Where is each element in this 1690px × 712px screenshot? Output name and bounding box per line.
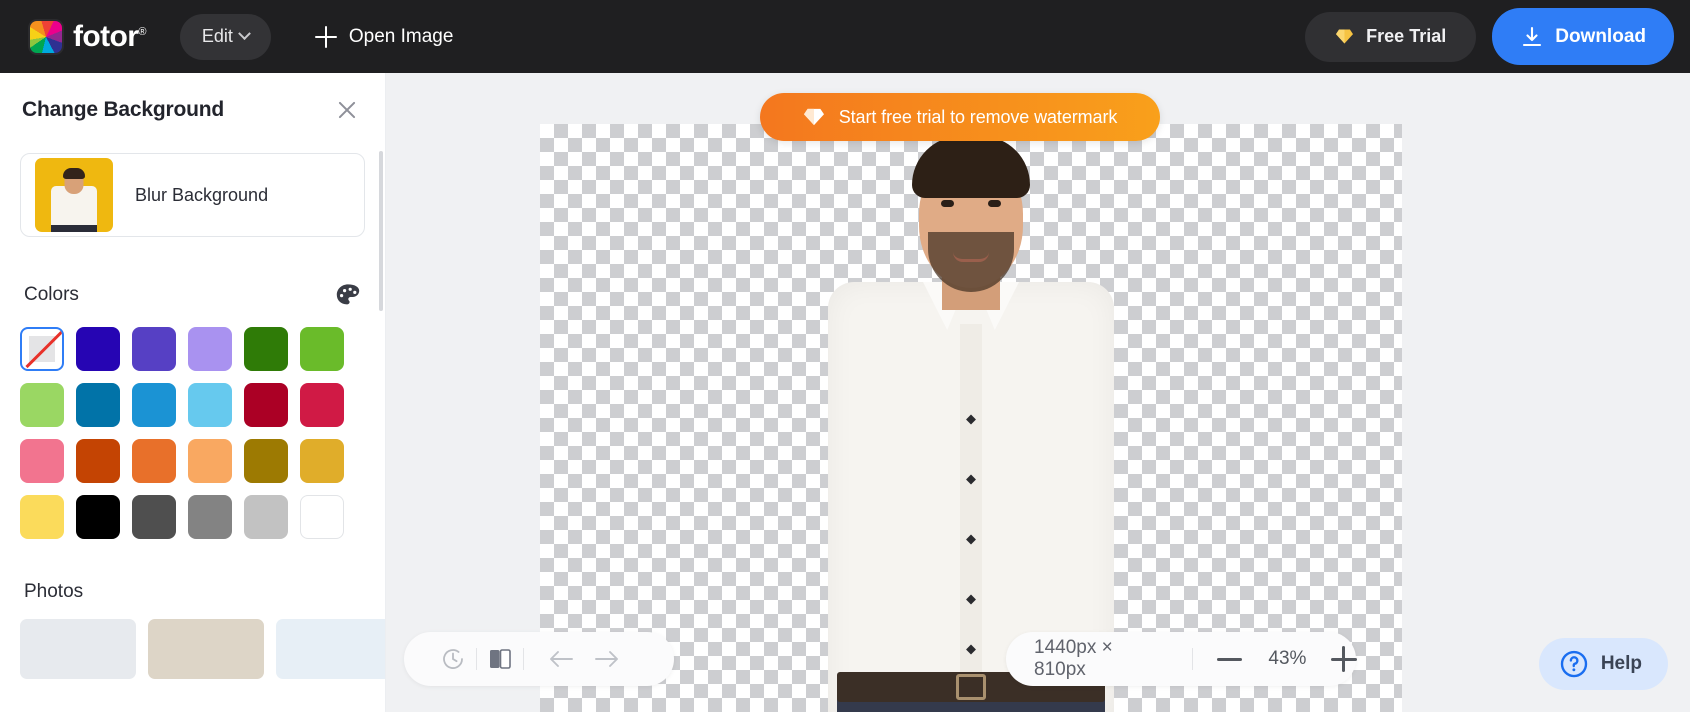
colors-section-title: Colors <box>24 284 79 305</box>
swatch-violet[interactable] <box>132 327 176 371</box>
photo-thumb-3[interactable] <box>276 619 385 679</box>
swatch-teal-blue[interactable] <box>76 383 120 427</box>
swatch-light-orange[interactable] <box>188 439 232 483</box>
diamond-icon <box>803 108 824 126</box>
canvas-toolbar <box>404 632 674 686</box>
swatch-dark-gray[interactable] <box>132 495 176 539</box>
swatch-dark-orange[interactable] <box>76 439 120 483</box>
swatch-pink[interactable] <box>20 439 64 483</box>
swatch-dark-green[interactable] <box>244 327 288 371</box>
blur-background-thumbnail <box>35 158 113 232</box>
close-icon[interactable] <box>334 97 360 123</box>
swatch-blue[interactable] <box>132 383 176 427</box>
swatch-light-green[interactable] <box>20 383 64 427</box>
change-background-panel: Change Background Blur Background Colors <box>0 73 386 712</box>
open-image-label: Open Image <box>348 25 454 47</box>
zoom-level-label: 43% <box>1268 648 1307 669</box>
plus-icon <box>314 25 337 48</box>
swatch-light-purple[interactable] <box>188 327 232 371</box>
swatch-dark-gold[interactable] <box>244 439 288 483</box>
download-button[interactable]: Download <box>1492 8 1674 65</box>
top-bar-actions: Free Trial Download <box>1305 8 1674 65</box>
swatch-gray[interactable] <box>188 495 232 539</box>
swatch-green[interactable] <box>300 327 344 371</box>
zoom-out-button[interactable] <box>1216 657 1243 661</box>
canvas-dimensions-label: 1440px × 810px <box>1034 637 1113 680</box>
edit-menu-button[interactable]: Edit <box>179 13 271 60</box>
panel-header: Change Background <box>0 73 385 123</box>
undo-arrow-icon[interactable] <box>538 643 584 675</box>
color-palette-icon[interactable] <box>335 283 361 307</box>
watermark-trial-banner[interactable]: Start free trial to remove watermark <box>760 93 1160 141</box>
fotor-logo[interactable]: fotor® <box>28 18 146 55</box>
zoom-divider <box>1191 648 1193 670</box>
photo-thumb-1[interactable] <box>20 619 136 679</box>
help-label: Help <box>1600 653 1642 674</box>
free-trial-label: Free Trial <box>1366 26 1447 46</box>
swatch-orange[interactable] <box>132 439 176 483</box>
swatch-yellow[interactable] <box>20 495 64 539</box>
sidebar-scrollbar[interactable] <box>379 151 383 311</box>
colors-section-header: Colors <box>0 283 385 307</box>
download-label: Download <box>1555 25 1646 47</box>
swatch-dark-blue[interactable] <box>76 327 120 371</box>
download-icon <box>1523 26 1542 46</box>
swatch-light-gray[interactable] <box>244 495 288 539</box>
color-swatch-grid <box>0 307 385 539</box>
photos-thumbnail-row <box>0 603 385 679</box>
toolbar-divider <box>523 648 524 670</box>
redo-arrow-icon[interactable] <box>584 643 630 675</box>
help-button[interactable]: Help <box>1538 638 1668 690</box>
swatch-gold[interactable] <box>300 439 344 483</box>
swatch-black[interactable] <box>76 495 120 539</box>
edit-menu-label: Edit <box>201 26 233 46</box>
fotor-editor-app: fotor® Edit Open Image Free Trial Downlo… <box>0 0 1690 712</box>
fotor-pinwheel-logo-icon <box>28 18 64 55</box>
blur-background-option[interactable]: Blur Background <box>20 153 365 237</box>
diamond-icon <box>1336 29 1354 44</box>
photo-thumb-2[interactable] <box>148 619 264 679</box>
zoom-in-button[interactable] <box>1330 646 1357 672</box>
blur-background-label: Blur Background <box>135 184 269 205</box>
free-trial-button[interactable]: Free Trial <box>1305 11 1477 62</box>
open-image-button[interactable]: Open Image <box>314 25 454 48</box>
panel-title: Change Background <box>22 98 224 121</box>
registered-mark: ® <box>138 25 146 38</box>
subject-photo <box>540 124 1402 712</box>
swatch-none[interactable] <box>20 327 64 371</box>
swatch-dark-red[interactable] <box>244 383 288 427</box>
logo-wordmark: fotor® <box>73 19 146 53</box>
swatch-crimson[interactable] <box>300 383 344 427</box>
swatch-sky-blue[interactable] <box>188 383 232 427</box>
history-clock-icon[interactable] <box>430 643 476 675</box>
top-bar: fotor® Edit Open Image Free Trial Downlo… <box>0 0 1690 73</box>
compare-split-icon[interactable] <box>477 643 523 675</box>
photos-section-title: Photos <box>24 581 84 602</box>
photos-section-header: Photos <box>0 581 385 603</box>
swatch-white[interactable] <box>300 495 344 539</box>
watermark-banner-label: Start free trial to remove watermark <box>838 106 1118 127</box>
editor-canvas[interactable]: Start free trial to remove watermark 144… <box>386 73 1690 712</box>
logo-text: fotor <box>73 19 139 53</box>
question-circle-icon <box>1560 650 1588 678</box>
chevron-down-icon <box>237 27 251 41</box>
zoom-status-bar: 1440px × 810px 43% <box>1006 632 1357 686</box>
